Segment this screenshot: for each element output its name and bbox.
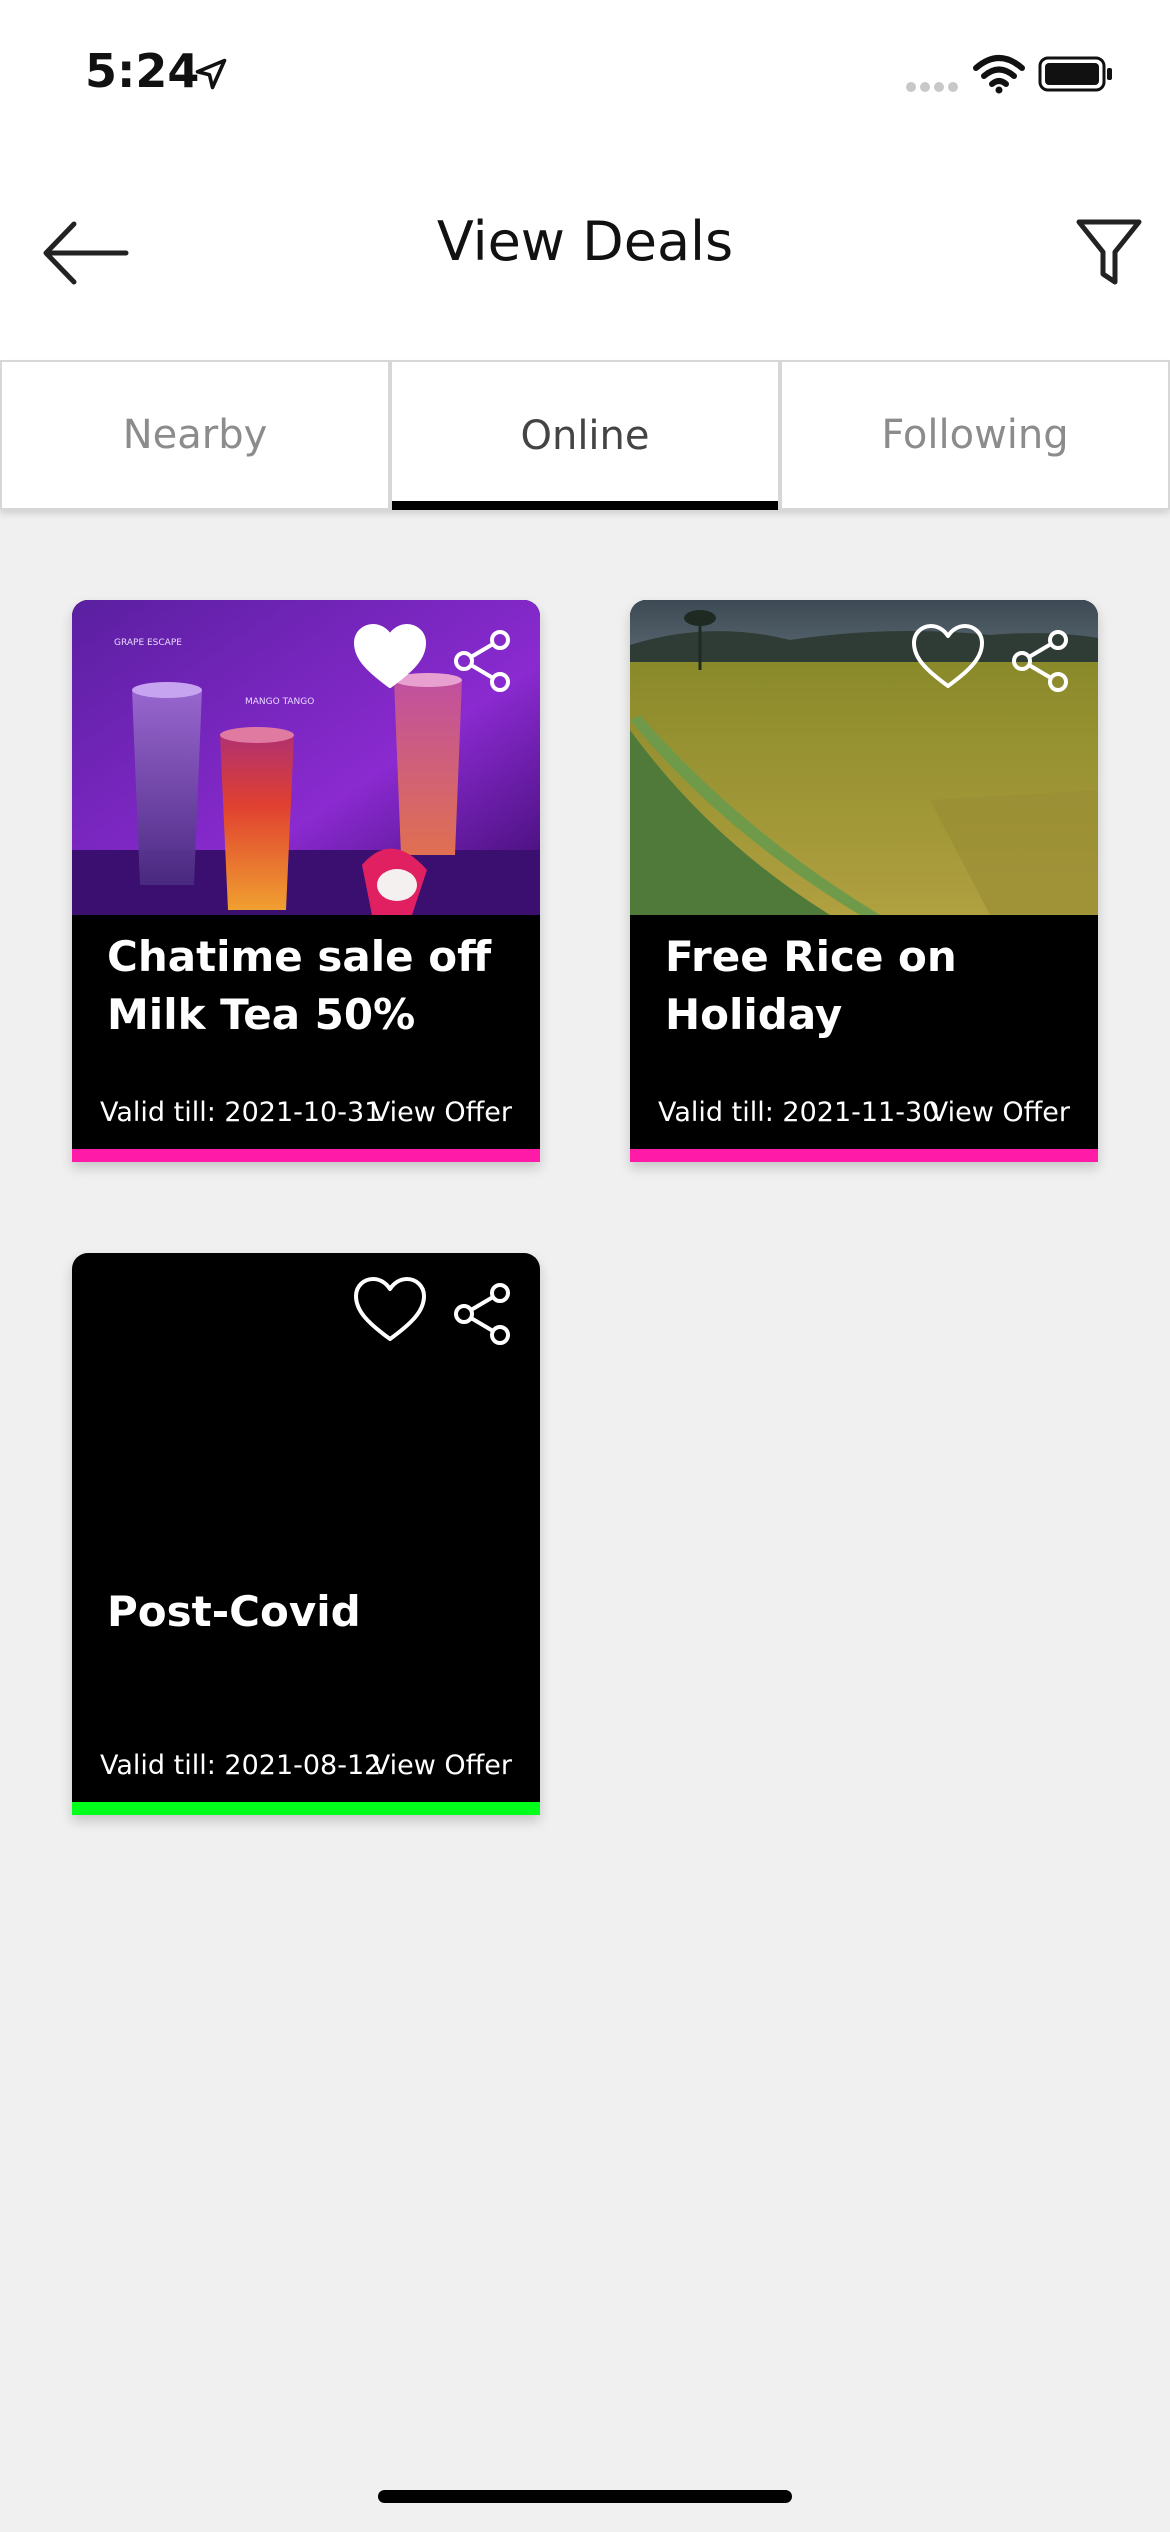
deal-title: Free Rice on Holiday xyxy=(665,932,957,1039)
deal-title: Post-Covid xyxy=(107,1587,361,1636)
view-offer-link[interactable]: View Offer xyxy=(372,1097,512,1128)
deal-accent-bar xyxy=(630,1149,1098,1162)
wifi-icon xyxy=(973,55,1025,94)
tab-bar: Nearby Online Following xyxy=(0,360,1170,510)
deal-valid-till: Valid till: 2021-08-12 xyxy=(100,1750,382,1781)
home-indicator[interactable] xyxy=(378,2490,792,2503)
filter-icon[interactable] xyxy=(1075,216,1143,288)
view-offer-link[interactable]: View Offer xyxy=(930,1097,1070,1128)
image-text-mango-tango: MANGO TANGO xyxy=(245,697,314,707)
tab-following[interactable]: Following xyxy=(780,360,1170,510)
deal-card[interactable]: Post-Covid Valid till: 2021-08-12 View O… xyxy=(72,1253,540,1815)
deal-card[interactable]: Free Rice on Holiday Valid till: 2021-11… xyxy=(630,600,1098,1162)
deal-accent-bar xyxy=(72,1149,540,1162)
deal-valid-till: Valid till: 2021-11-30 xyxy=(658,1097,940,1128)
favorite-heart-icon[interactable] xyxy=(910,622,986,692)
deal-valid-till: Valid till: 2021-10-31 xyxy=(100,1097,382,1128)
deal-accent-bar xyxy=(72,1802,540,1815)
tab-nearby[interactable]: Nearby xyxy=(0,360,390,510)
battery-icon xyxy=(1038,56,1112,92)
favorite-heart-icon[interactable] xyxy=(352,1275,428,1345)
share-icon[interactable] xyxy=(1008,628,1074,694)
cellular-signal-icon xyxy=(906,82,958,92)
page-title: View Deals xyxy=(436,210,734,273)
location-arrow-icon xyxy=(195,58,227,90)
view-offer-link[interactable]: View Offer xyxy=(372,1750,512,1781)
deal-card[interactable]: GRAPE ESCAPE MANGO TANGO Chatime sale of… xyxy=(72,600,540,1162)
favorite-heart-icon-filled[interactable] xyxy=(352,622,428,692)
status-bar: 5:24 xyxy=(0,0,1170,150)
tab-online[interactable]: Online xyxy=(390,360,780,510)
image-text-grape-escape: GRAPE ESCAPE xyxy=(114,638,182,648)
header: View Deals xyxy=(0,150,1170,360)
status-time: 5:24 xyxy=(85,44,200,98)
share-icon[interactable] xyxy=(450,1281,516,1347)
share-icon[interactable] xyxy=(450,628,516,694)
deal-title: Chatime sale off Milk Tea 50% xyxy=(107,932,492,1039)
